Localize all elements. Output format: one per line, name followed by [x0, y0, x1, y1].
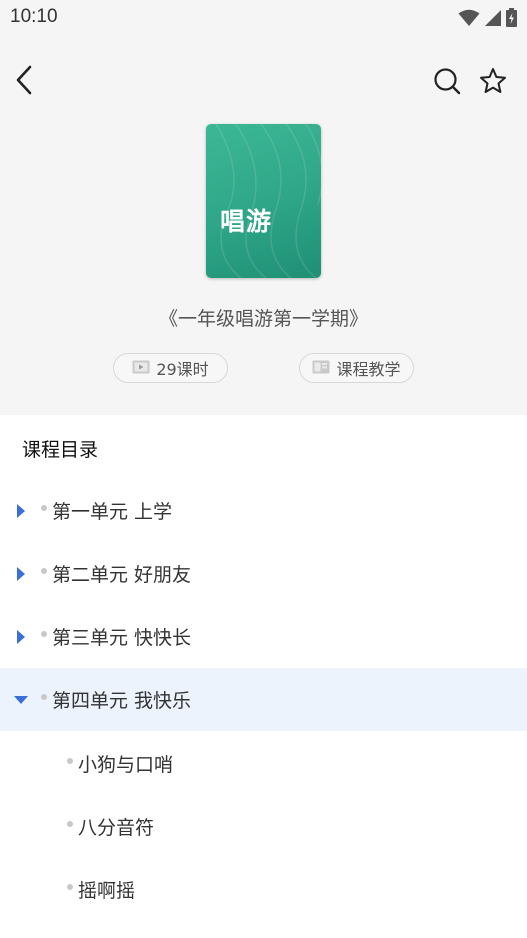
status-bar: 10:10	[0, 0, 527, 36]
course-type-label: 课程教学	[336, 360, 401, 379]
lesson-label: 八分音符	[78, 817, 155, 839]
course-type-chip: 课程教学	[299, 353, 414, 383]
lesson-row[interactable]: 摇啊摇	[0, 858, 527, 921]
signal-icon	[484, 9, 502, 31]
star-outline-icon	[479, 67, 507, 99]
catalog-title: 课程目录	[22, 439, 99, 461]
lessons-count-label: 29课时	[156, 360, 209, 379]
unit-label: 第一单元 上学	[52, 501, 173, 523]
bullet-dot	[41, 631, 47, 637]
wifi-icon	[458, 9, 480, 31]
lesson-row[interactable]: 八分音符	[0, 795, 527, 858]
status-time: 10:10	[10, 6, 58, 27]
unit-label: 第二单元 好朋友	[52, 564, 192, 586]
battery-icon	[506, 8, 517, 31]
bullet-dot	[67, 758, 73, 764]
unit-row[interactable]: 第二单元 好朋友	[0, 542, 527, 605]
course-title: 《一年级唱游第一学期》	[158, 308, 368, 330]
unit-label: 第四单元 我快乐	[52, 690, 192, 712]
search-button[interactable]	[428, 64, 466, 102]
video-icon	[132, 359, 150, 378]
bullet-dot	[41, 568, 47, 574]
caret-right-icon	[14, 503, 28, 518]
cover-title: 唱游	[220, 207, 273, 236]
caret-right-icon	[14, 629, 28, 644]
caret-right-icon	[14, 566, 28, 581]
status-icons	[458, 8, 517, 31]
bullet-dot	[67, 884, 73, 890]
unit-row[interactable]: 第一单元 上学	[0, 479, 527, 542]
bullet-dot	[67, 821, 73, 827]
bullet-dot	[41, 505, 47, 511]
unit-row-expanded[interactable]: 第四单元 我快乐	[0, 668, 527, 731]
caret-down-icon	[14, 692, 28, 706]
back-button[interactable]	[6, 64, 42, 100]
search-icon	[433, 67, 461, 99]
nav-bar	[0, 58, 527, 106]
unit-label: 第三单元 快快长	[52, 627, 192, 649]
favorite-button[interactable]	[474, 64, 512, 102]
lesson-label: 摇啊摇	[78, 880, 136, 902]
course-cover: 唱游	[206, 124, 321, 278]
cover-wave-pattern	[215, 124, 321, 278]
chevron-left-icon	[14, 64, 34, 100]
lessons-count-chip: 29课时	[113, 353, 228, 383]
unit-row[interactable]: 第三单元 快快长	[0, 605, 527, 668]
lesson-row[interactable]: 小狗与口哨	[0, 732, 527, 795]
image-card-icon	[312, 359, 330, 378]
lesson-label: 小狗与口哨	[78, 754, 174, 776]
bullet-dot	[41, 694, 47, 700]
